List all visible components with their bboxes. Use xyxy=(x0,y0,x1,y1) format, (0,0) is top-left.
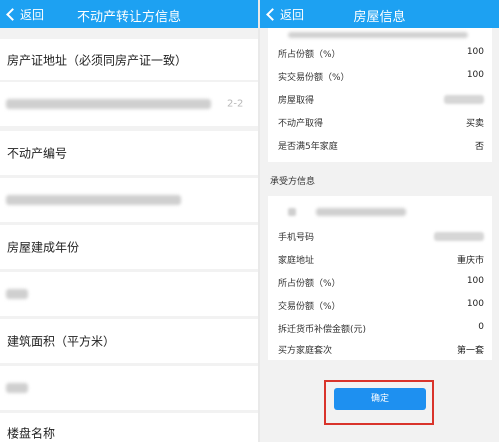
address-label: 房产证地址（必须同房产证一致） xyxy=(7,53,188,67)
buyer-row: 手机号码 xyxy=(268,225,492,247)
buyer-row: 家庭地址 重庆市 xyxy=(268,248,492,270)
redacted-text xyxy=(288,32,468,38)
top-nav-bar: 返回 房屋信息 xyxy=(260,0,499,28)
row-value: 100 xyxy=(466,47,484,57)
house-info-screen: 返回 房屋信息 所占份额（%） 100 实交易份额（%） 100 房屋取得 不动… xyxy=(260,0,499,442)
redacted-value xyxy=(6,383,28,393)
buyer-info-card: 手机号码 家庭地址 重庆市 所占份额（%） 100 交易份额（%） 100 拆迁… xyxy=(268,196,492,360)
seller-info-screen: 返回 不动产转让方信息 房产证地址（必须同房产证一致） 2-2 不动产编号 房屋… xyxy=(0,0,258,442)
seller-row: 房屋取得 xyxy=(268,88,492,110)
row-label: 是否满5年家庭 xyxy=(278,142,338,152)
area-label-row: 建筑面积（平方米） xyxy=(0,319,258,363)
area-label: 建筑面积（平方米） xyxy=(7,334,116,349)
row-value: 第一套 xyxy=(456,346,484,356)
row-value: 0 xyxy=(478,322,484,332)
row-label: 拆迁货币补偿金额(元) xyxy=(278,325,367,335)
redacted-value xyxy=(434,232,484,241)
address-value-suffix: 2-2 xyxy=(227,98,244,110)
seller-row: 所占份额（%） 100 xyxy=(268,42,492,64)
redacted-value xyxy=(6,195,181,205)
seller-row: 不动产取得 买卖 xyxy=(268,111,492,133)
row-label: 买方家庭套次 xyxy=(278,346,333,356)
estate-name-label: 楼盘名称 xyxy=(7,426,56,441)
property-number-label: 不动产编号 xyxy=(7,146,68,161)
estate-name-label-row: 楼盘名称 xyxy=(0,413,258,442)
row-label: 所占份额（%） xyxy=(278,50,341,60)
row-label: 家庭地址 xyxy=(278,256,315,266)
redacted-text xyxy=(288,208,296,216)
row-label: 房屋取得 xyxy=(278,96,315,106)
buyer-row: 买方家庭套次 第一套 xyxy=(268,338,492,360)
row-label: 所占份额（%） xyxy=(278,279,341,289)
row-label: 不动产取得 xyxy=(278,119,324,129)
row-label: 交易份额（%） xyxy=(278,302,341,312)
row-label: 手机号码 xyxy=(278,233,315,243)
row-value: 重庆市 xyxy=(456,256,484,266)
redacted-value xyxy=(6,289,28,299)
address-input[interactable]: 2-2 xyxy=(0,82,258,126)
page-title: 房屋信息 xyxy=(353,10,406,25)
row-value: 100 xyxy=(466,299,484,309)
property-number-input[interactable] xyxy=(0,178,258,222)
redacted-value xyxy=(444,95,484,104)
redacted-value xyxy=(6,99,211,109)
build-year-input[interactable] xyxy=(0,272,258,316)
address-label-row: 房产证地址（必须同房产证一致） xyxy=(0,39,258,80)
build-year-label-row: 房屋建成年份 xyxy=(0,225,258,269)
buyer-row: 所占份额（%） 100 xyxy=(268,271,492,293)
seller-row: 是否满5年家庭 否 xyxy=(268,134,492,156)
top-nav-bar: 返回 不动产转让方信息 xyxy=(0,0,258,28)
row-value: 100 xyxy=(466,70,484,80)
row-value: 买卖 xyxy=(465,119,484,129)
confirm-button[interactable]: 确定 xyxy=(334,388,426,410)
seller-row: 实交易份额（%） 100 xyxy=(268,65,492,87)
redacted-text xyxy=(316,208,406,216)
buyer-section-title: 承受方信息 xyxy=(270,177,316,187)
row-value: 否 xyxy=(474,142,484,152)
page-title: 不动产转让方信息 xyxy=(76,10,181,25)
buyer-row: 交易份额（%） 100 xyxy=(268,294,492,316)
property-number-label-row: 不动产编号 xyxy=(0,131,258,175)
area-input[interactable] xyxy=(0,366,258,410)
build-year-label: 房屋建成年份 xyxy=(7,240,80,255)
buyer-row: 拆迁货币补偿金额(元) 0 xyxy=(268,317,492,339)
row-value: 100 xyxy=(466,276,484,286)
row-label: 实交易份额（%） xyxy=(278,73,350,83)
seller-info-card: 所占份额（%） 100 实交易份额（%） 100 房屋取得 不动产取得 买卖 是… xyxy=(268,28,492,162)
